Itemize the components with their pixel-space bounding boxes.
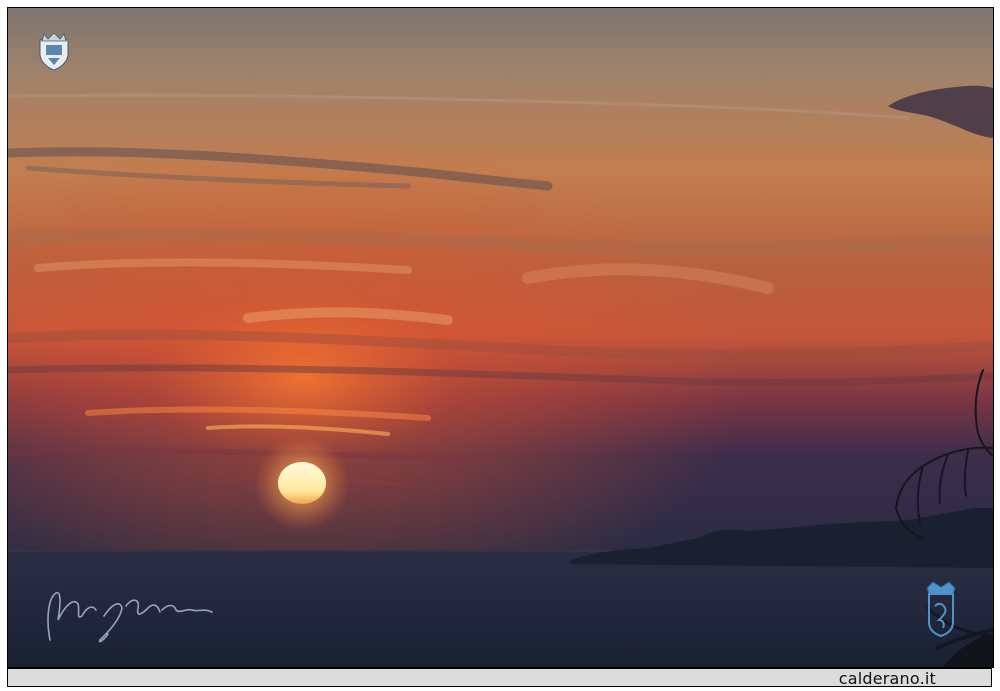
sunset-photo — [7, 7, 994, 668]
sun-glow-haze — [8, 8, 993, 553]
caption-bar: calderano.it — [7, 668, 992, 688]
photo-frame: calderano.it — [0, 0, 1000, 691]
sun — [278, 462, 326, 504]
sea — [8, 550, 993, 667]
site-caption[interactable]: calderano.it — [839, 669, 936, 688]
